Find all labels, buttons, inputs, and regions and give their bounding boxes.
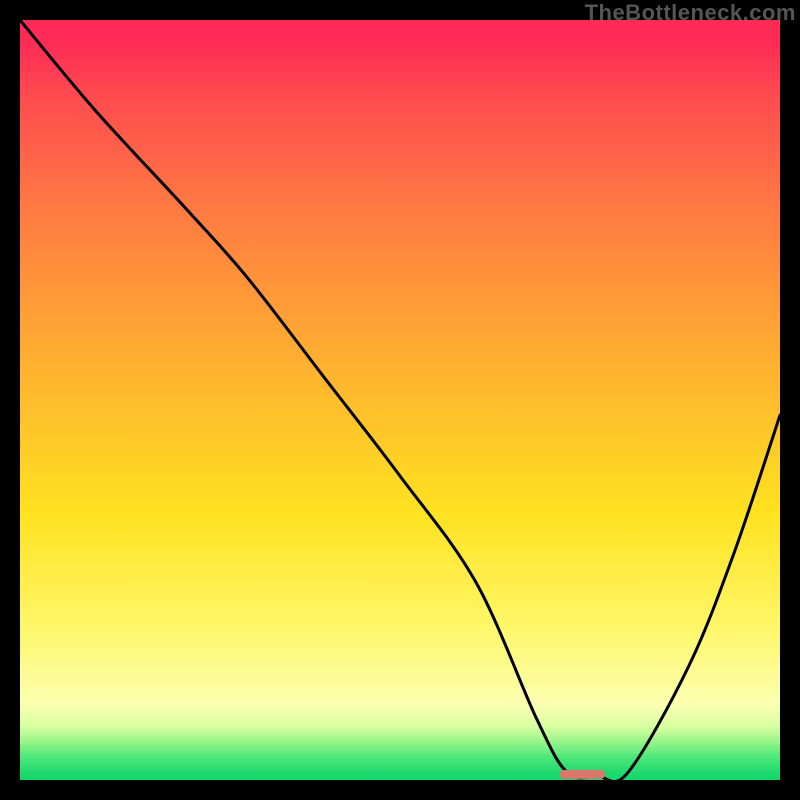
- chart-frame: [20, 20, 780, 780]
- chart-background-gradient: [20, 20, 780, 780]
